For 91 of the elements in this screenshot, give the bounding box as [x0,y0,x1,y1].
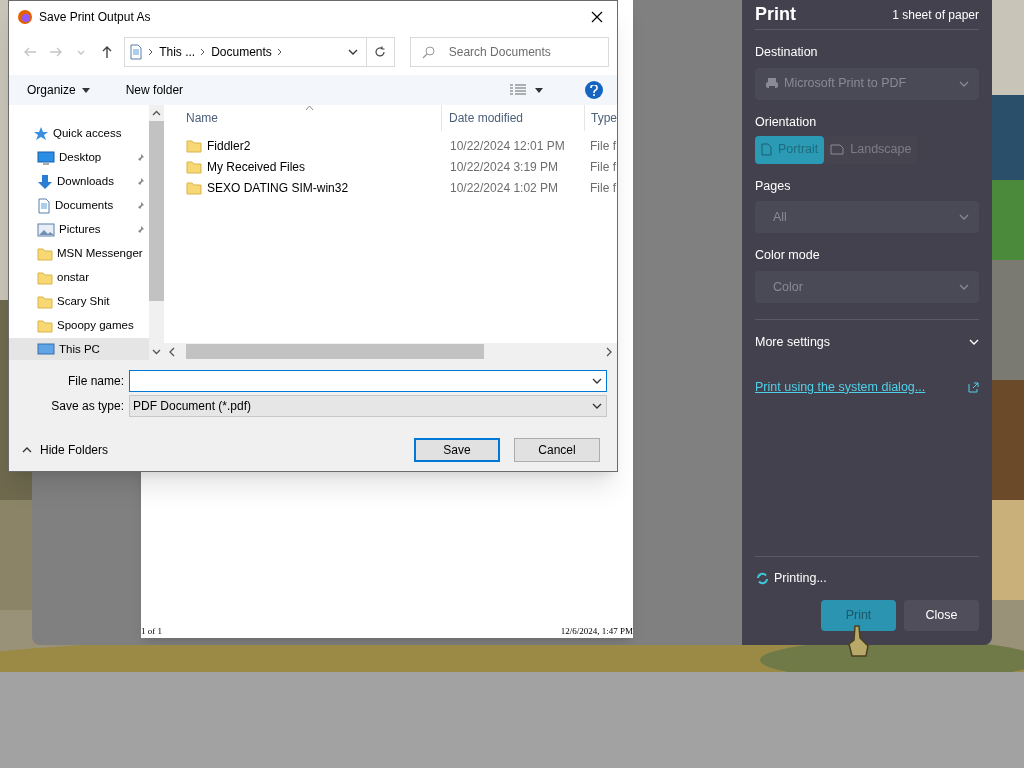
folder-icon [186,180,202,195]
refresh-icon [374,46,387,58]
column-header[interactable]: Name [164,105,441,131]
nav-item[interactable]: Documents [9,194,149,218]
section-label: Orientation [755,113,818,131]
forward-arrow-icon [48,45,63,59]
type-cell-text: File f [589,137,617,155]
file-name-field[interactable] [129,369,607,392]
chevron-up-icon [22,447,32,453]
star-icon [33,126,49,142]
nav-item[interactable]: Pictures [9,218,149,242]
portrait-page-icon [761,143,772,156]
chevron-down-icon [959,284,969,290]
document-icon [129,44,144,60]
caret-down-icon [535,87,543,93]
close-button[interactable]: Close [904,600,979,631]
hand-cursor-icon [846,624,872,658]
external-link-icon [968,381,979,393]
type-cell-text: File f [589,158,617,176]
caret-down-icon [81,87,90,93]
section-label: Destination [755,44,819,61]
folder-icon [37,319,53,333]
dropdown-chevron-icon [347,49,358,55]
nav-item[interactable]: Downloads [9,170,149,194]
cancel-button[interactable]: Cancel [514,438,600,462]
folder-icon [186,138,202,153]
folder-icon [37,271,53,285]
computer-icon [37,343,55,357]
printer-icon [765,76,779,91]
page-timestamp: 12/6/2024, 1:47 PM [560,624,633,638]
panel-title: Print [755,3,796,26]
scroll-down-icon[interactable] [152,349,161,355]
sheet-count: 1 sheet of paper [892,6,979,24]
file-name-cell[interactable]: Fiddler2 [207,136,251,155]
nav-item[interactable]: Desktop [9,146,149,170]
date-cell-text: 10/22/2024 3:19 PM [449,158,560,176]
search-icon [421,45,436,59]
breadcrumb-item[interactable]: Documents [211,43,272,61]
field-label: Save as type: [50,397,125,415]
vertical-scrollbar[interactable] [149,105,164,360]
more-settings-toggle[interactable]: More settings [755,319,979,352]
browser-logo-icon [17,8,33,25]
dropdown-chevron-icon [592,402,602,409]
chevron-down-icon [959,80,969,87]
file-type-dropdown[interactable]: PDF Document (*.pdf) [129,394,607,417]
horizontal-scrollbar[interactable] [164,343,617,360]
section-label: Color mode [755,247,821,265]
scroll-up-icon[interactable] [152,110,161,116]
toolbar-button[interactable]: New folder [117,75,192,105]
chevron-down-icon [969,339,979,346]
monitor-icon [37,151,55,165]
folder-icon [37,295,53,309]
file-name-cell[interactable]: SEXO DATING SIM-win32 [207,178,349,197]
date-cell-text: 10/22/2024 12:01 PM [449,137,566,155]
folder-icon [37,247,53,261]
image-icon [37,223,55,237]
landscape-page-icon [830,144,845,155]
nav-item[interactable]: This PC [9,338,149,360]
section-label: Pages [755,177,792,195]
column-header[interactable]: Date modified [441,105,584,131]
nav-item[interactable]: onstar [9,266,149,290]
address-bar[interactable]: This ... Documents [124,37,395,67]
search-field[interactable]: Search Documents [409,37,609,67]
dropdown-chevron-icon [592,377,602,384]
type-cell-text: File f [589,179,617,197]
file-name-cell[interactable]: My Received Files [207,157,306,176]
save-button[interactable]: Save [414,438,500,462]
nav-item[interactable]: Scary Shit [9,290,149,314]
hide-folders-button[interactable]: Hide Folders [9,441,109,459]
close-icon [591,10,603,23]
date-cell-text: 10/22/2024 1:02 PM [449,179,560,197]
document-icon [37,198,51,214]
nav-item[interactable]: Spoopy games [9,314,149,338]
column-header[interactable]: Type [584,105,617,131]
status-text: Printing... [774,570,827,588]
field-label: File name: [66,372,125,390]
nav-item[interactable]: MSN Messenger [9,242,149,266]
system-dialog-link[interactable]: Print using the system dialog... [755,377,926,397]
folder-icon [186,159,202,174]
toolbar-button[interactable]: Organize [19,75,98,105]
question-mark-icon [590,84,598,96]
chevron-down-icon [959,214,969,221]
sync-icon [756,572,769,586]
help-button[interactable] [585,81,603,99]
back-arrow-icon [22,45,37,59]
window-title: Save Print Output As [39,8,151,26]
breadcrumb-item[interactable]: This ... [159,43,196,61]
nav-item[interactable]: Quick access [9,122,149,146]
page-number: 1 of 1 [141,624,162,638]
download-arrow-icon [37,174,53,190]
details-view-icon [509,84,527,96]
